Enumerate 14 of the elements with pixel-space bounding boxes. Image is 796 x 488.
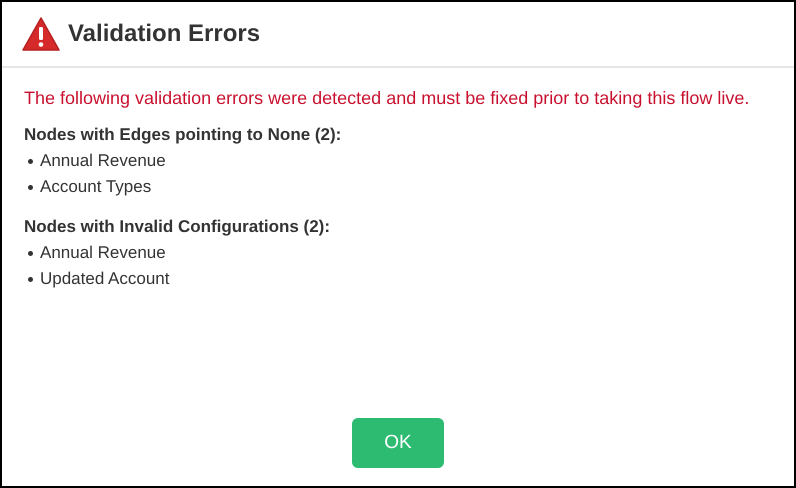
error-message: The following validation errors were detected and must be fixed prior to taking this flow live. [24,87,750,110]
list-item: Updated Account [40,268,170,290]
section-heading: Nodes with Edges pointing to None (2): [24,124,342,146]
section-heading: Nodes with Invalid Configurations (2): [24,216,331,238]
bullet-icon [28,158,33,164]
list-item: Annual Revenue [40,242,166,264]
bullet-icon [28,250,33,256]
warning-icon [22,17,60,51]
ok-button[interactable]: OK [352,418,444,468]
dialog-title: Validation Errors [68,19,260,49]
bullet-icon [28,276,33,282]
list-item: Account Types [40,176,152,198]
bullet-icon [28,184,33,190]
list-item: Annual Revenue [40,150,166,172]
